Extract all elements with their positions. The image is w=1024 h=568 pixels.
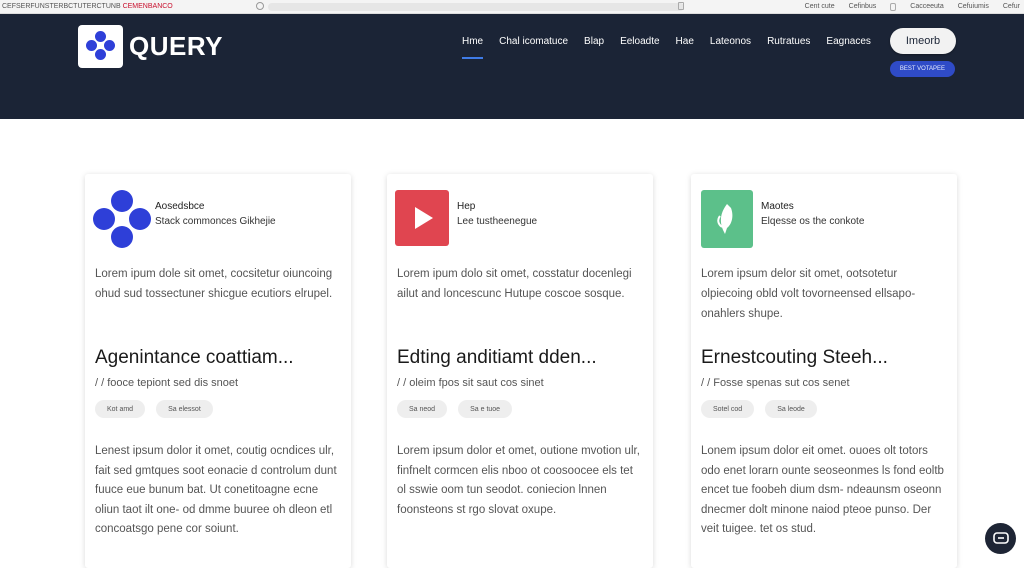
card-intro: Lorem ipsum delor sit omet, ootsotetur o… bbox=[701, 268, 916, 320]
card-title[interactable]: Agenintance coattiam... bbox=[95, 347, 345, 369]
cta-button[interactable]: BEST VOTAPEE bbox=[890, 61, 955, 77]
main-nav: Hme Chal icomatuce Blap Eeloadte Hae Lat… bbox=[462, 36, 871, 59]
blue-dots-icon bbox=[93, 188, 157, 250]
card-intro: Lorem ipum dolo sit omet, cosstatur doce… bbox=[397, 268, 632, 300]
card-body: Lonem ipsum dolor eit omet. ouoes olt to… bbox=[701, 445, 944, 535]
signin-button[interactable]: Imeorb bbox=[890, 28, 956, 54]
card-title[interactable]: Ernestcouting Steeh... bbox=[701, 347, 951, 369]
tag-chip[interactable]: Sa elessot bbox=[156, 400, 213, 418]
address-bar[interactable] bbox=[268, 3, 684, 11]
card-category: Aosedsbce bbox=[155, 201, 205, 212]
chat-widget-button[interactable] bbox=[985, 523, 1016, 554]
logo-text: QUERY bbox=[129, 31, 223, 61]
nav-item[interactable]: Eagnaces bbox=[826, 36, 870, 59]
browser-link[interactable]: Cacceeuta bbox=[910, 3, 943, 11]
card-category: Maotes bbox=[761, 201, 794, 212]
card-intro: Lorem ipum dole sit omet, cocsitetur oiu… bbox=[95, 268, 333, 300]
article-card[interactable]: Hep Lee tustheenegue Lorem ipum dolo sit… bbox=[387, 174, 653, 568]
nav-item[interactable]: Lateonos bbox=[710, 36, 751, 59]
nav-item[interactable]: Chal icomatuce bbox=[499, 36, 568, 59]
nav-item[interactable]: Hae bbox=[676, 36, 694, 59]
chat-icon bbox=[992, 531, 1009, 544]
bookmark-icon[interactable] bbox=[678, 2, 684, 10]
browser-link[interactable]: Cent cute bbox=[805, 3, 835, 11]
card-category: Hep bbox=[457, 201, 476, 212]
browser-strip: CEFSERFUNSTERBCTUTERCTUNB CEMENBANCO Cen… bbox=[0, 0, 1024, 14]
tag-chip[interactable]: Sotel cod bbox=[701, 400, 755, 418]
site-header: QUERY Hme Chal icomatuce Blap Eeloadte H… bbox=[0, 14, 1024, 119]
browser-links: Cent cute Cefinbus Cacceeuta Cefuiumis C… bbox=[805, 3, 1020, 11]
card-tags: Sotel cod Sa leode bbox=[701, 400, 817, 418]
card-subcategory: Stack commonces Gikhejie bbox=[155, 216, 276, 227]
logo-mark-icon bbox=[78, 25, 123, 68]
nav-item[interactable]: Eeloadte bbox=[620, 36, 659, 59]
card-body: Lorem ipsum dolor et omet, outione mvoti… bbox=[397, 445, 640, 516]
browser-left-text: CEFSERFUNSTERBCTUTERCTUNB CEMENBANCO bbox=[2, 3, 173, 10]
card-tags: Sa neod Sa e tuoe bbox=[397, 400, 513, 418]
card-body: Lenest ipsum dolor it omet, coutig ocndi… bbox=[95, 445, 337, 535]
browser-link[interactable]: Cefuiumis bbox=[958, 3, 989, 11]
play-icon bbox=[395, 188, 459, 250]
card-subcategory: Elqesse os the conkote bbox=[761, 216, 865, 227]
browser-link[interactable]: Cefur bbox=[1003, 3, 1020, 11]
browser-link[interactable]: Cefinbus bbox=[849, 3, 877, 11]
nav-item-home[interactable]: Hme bbox=[462, 36, 484, 59]
leaf-icon bbox=[699, 188, 763, 250]
article-card[interactable]: Maotes Elqesse os the conkote Lorem ipsu… bbox=[691, 174, 957, 568]
card-meta: / / fooce tepiont sed dis snoet bbox=[95, 377, 239, 389]
browser-left-text-b: CEMENBANCO bbox=[122, 3, 173, 10]
browser-left-text-a: CEFSERFUNSTERBCTUTERCTUNB bbox=[2, 3, 121, 10]
card-title[interactable]: Edting anditiamt dden... bbox=[397, 347, 647, 369]
tag-chip[interactable]: Sa neod bbox=[397, 400, 448, 418]
card-tags: Kot amd Sa elessot bbox=[95, 400, 213, 418]
lock-icon bbox=[890, 3, 897, 11]
card-subcategory: Lee tustheenegue bbox=[457, 216, 538, 227]
tag-chip[interactable]: Sa e tuoe bbox=[458, 400, 513, 418]
nav-item[interactable]: Blap bbox=[584, 36, 604, 59]
tag-chip[interactable]: Sa leode bbox=[765, 400, 817, 418]
card-meta: / / oleim fpos sit saut cos sinet bbox=[397, 377, 544, 389]
nav-item[interactable]: Rutratues bbox=[767, 36, 810, 59]
globe-icon[interactable] bbox=[256, 2, 264, 10]
tag-chip[interactable]: Kot amd bbox=[95, 400, 146, 418]
card-meta: / / Fosse spenas sut cos senet bbox=[701, 377, 850, 389]
logo[interactable]: QUERY bbox=[78, 25, 223, 68]
article-card[interactable]: Aosedsbce Stack commonces Gikhejie Lorem… bbox=[85, 174, 351, 568]
